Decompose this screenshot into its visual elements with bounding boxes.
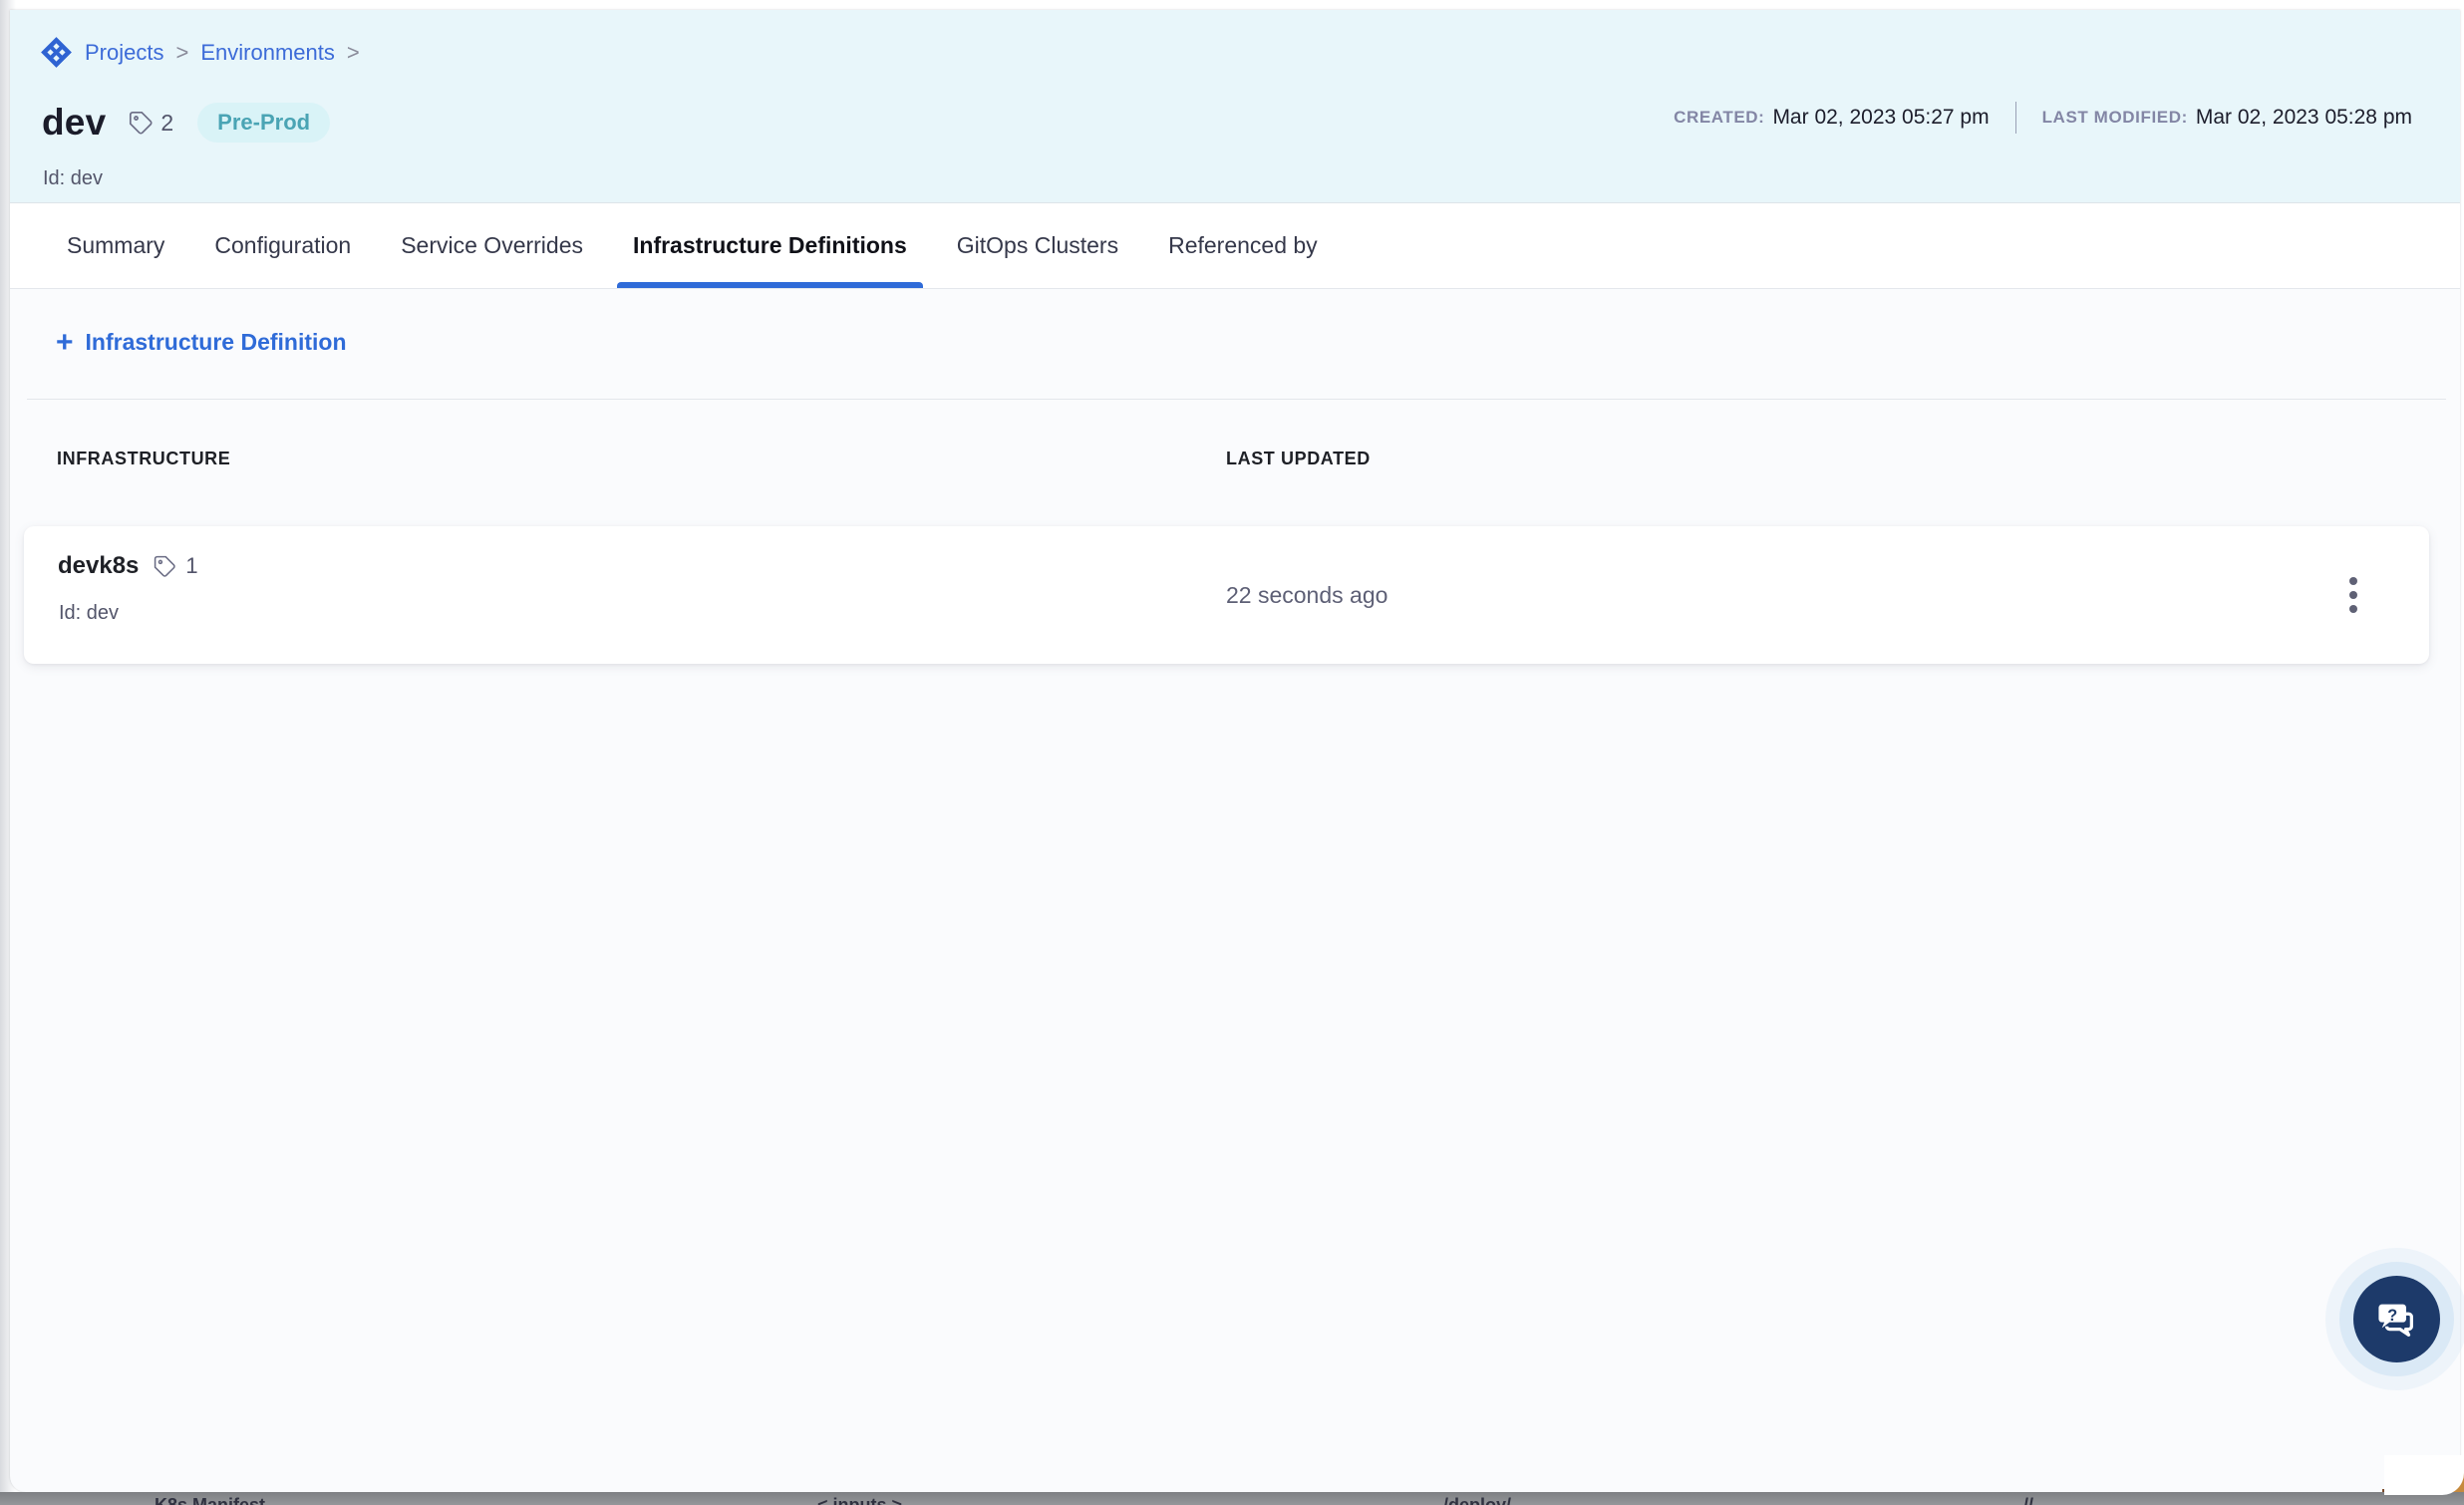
table-row[interactable]: devk8s 1 Id: dev 22 seconds ago xyxy=(24,526,2429,664)
environment-tab-bar: Summary Configuration Service Overrides … xyxy=(10,203,2460,289)
breadcrumb-link-projects[interactable]: Projects xyxy=(85,40,163,66)
tab-referenced-by[interactable]: Referenced by xyxy=(1168,203,1318,288)
breadcrumb-separator: > xyxy=(347,40,360,66)
header-meta: CREATED: Mar 02, 2023 05:27 pm LAST MODI… xyxy=(1674,102,2412,134)
breadcrumb-separator: > xyxy=(175,40,188,66)
infrastructure-name-group: devk8s 1 xyxy=(58,552,198,580)
breadcrumb: Projects > Environments > xyxy=(40,36,360,69)
plus-icon: + xyxy=(56,332,74,354)
environment-header: Projects > Environments > dev 2 Pre-Prod… xyxy=(10,10,2460,203)
row-options-menu-button[interactable] xyxy=(2333,526,2373,664)
created-label: CREATED: xyxy=(1674,108,1764,128)
meta-divider xyxy=(2015,102,2016,134)
help-chat-button[interactable]: ? xyxy=(2353,1276,2440,1362)
tab-service-overrides[interactable]: Service Overrides xyxy=(401,203,583,288)
clipped-text-fragment: K8s Manifest xyxy=(154,1495,265,1505)
tab-summary[interactable]: Summary xyxy=(67,203,164,288)
last-modified-value: Mar 02, 2023 05:28 pm xyxy=(2196,106,2412,130)
tab-infrastructure-definitions[interactable]: Infrastructure Definitions xyxy=(633,203,907,288)
tag-count: 2 xyxy=(160,110,173,137)
help-chat-icon: ? xyxy=(2374,1297,2420,1343)
environment-title-row: dev 2 Pre-Prod xyxy=(42,102,330,144)
infrastructure-name: devk8s xyxy=(58,552,139,580)
last-modified-label: LAST MODIFIED: xyxy=(2042,108,2188,128)
tag-icon xyxy=(128,110,154,137)
table-header: INFRASTRUCTURE LAST UPDATED xyxy=(10,449,2460,484)
breadcrumb-link-environments[interactable]: Environments xyxy=(200,40,335,66)
environment-details-page: Projects > Environments > dev 2 Pre-Prod… xyxy=(10,10,2460,1492)
background-window-strip: K8s Manifest < inputs > /deploy/ // xyxy=(0,1492,2464,1505)
tab-gitops-clusters[interactable]: GitOps Clusters xyxy=(957,203,1118,288)
section-divider xyxy=(27,399,2446,400)
add-infrastructure-definition-label: Infrastructure Definition xyxy=(86,329,347,356)
infrastructure-definitions-panel: + Infrastructure Definition INFRASTRUCTU… xyxy=(10,289,2460,1491)
clipped-text-fragment: /deploy/ xyxy=(1443,1495,1511,1505)
svg-text:?: ? xyxy=(2387,1306,2397,1324)
environment-tags[interactable]: 2 xyxy=(128,110,173,137)
tab-configuration[interactable]: Configuration xyxy=(214,203,351,288)
column-header-infrastructure: INFRASTRUCTURE xyxy=(57,449,230,469)
window-corner-mask xyxy=(2384,1455,2464,1495)
environment-id: Id: dev xyxy=(43,167,103,190)
add-infrastructure-definition-button[interactable]: + Infrastructure Definition xyxy=(56,329,347,356)
clipped-text-fragment: // xyxy=(2023,1495,2033,1505)
last-updated-value: 22 seconds ago xyxy=(1226,526,1387,664)
page-title: dev xyxy=(42,102,106,144)
tag-count: 1 xyxy=(185,553,197,579)
infrastructure-id: Id: dev xyxy=(59,602,119,625)
harness-projects-icon xyxy=(40,36,73,69)
clipped-text-fragment: < inputs > xyxy=(817,1495,902,1505)
environment-type-badge: Pre-Prod xyxy=(197,103,330,143)
column-header-last-updated: LAST UPDATED xyxy=(1226,449,1371,469)
created-value: Mar 02, 2023 05:27 pm xyxy=(1772,106,1989,130)
tag-icon xyxy=(153,554,177,579)
